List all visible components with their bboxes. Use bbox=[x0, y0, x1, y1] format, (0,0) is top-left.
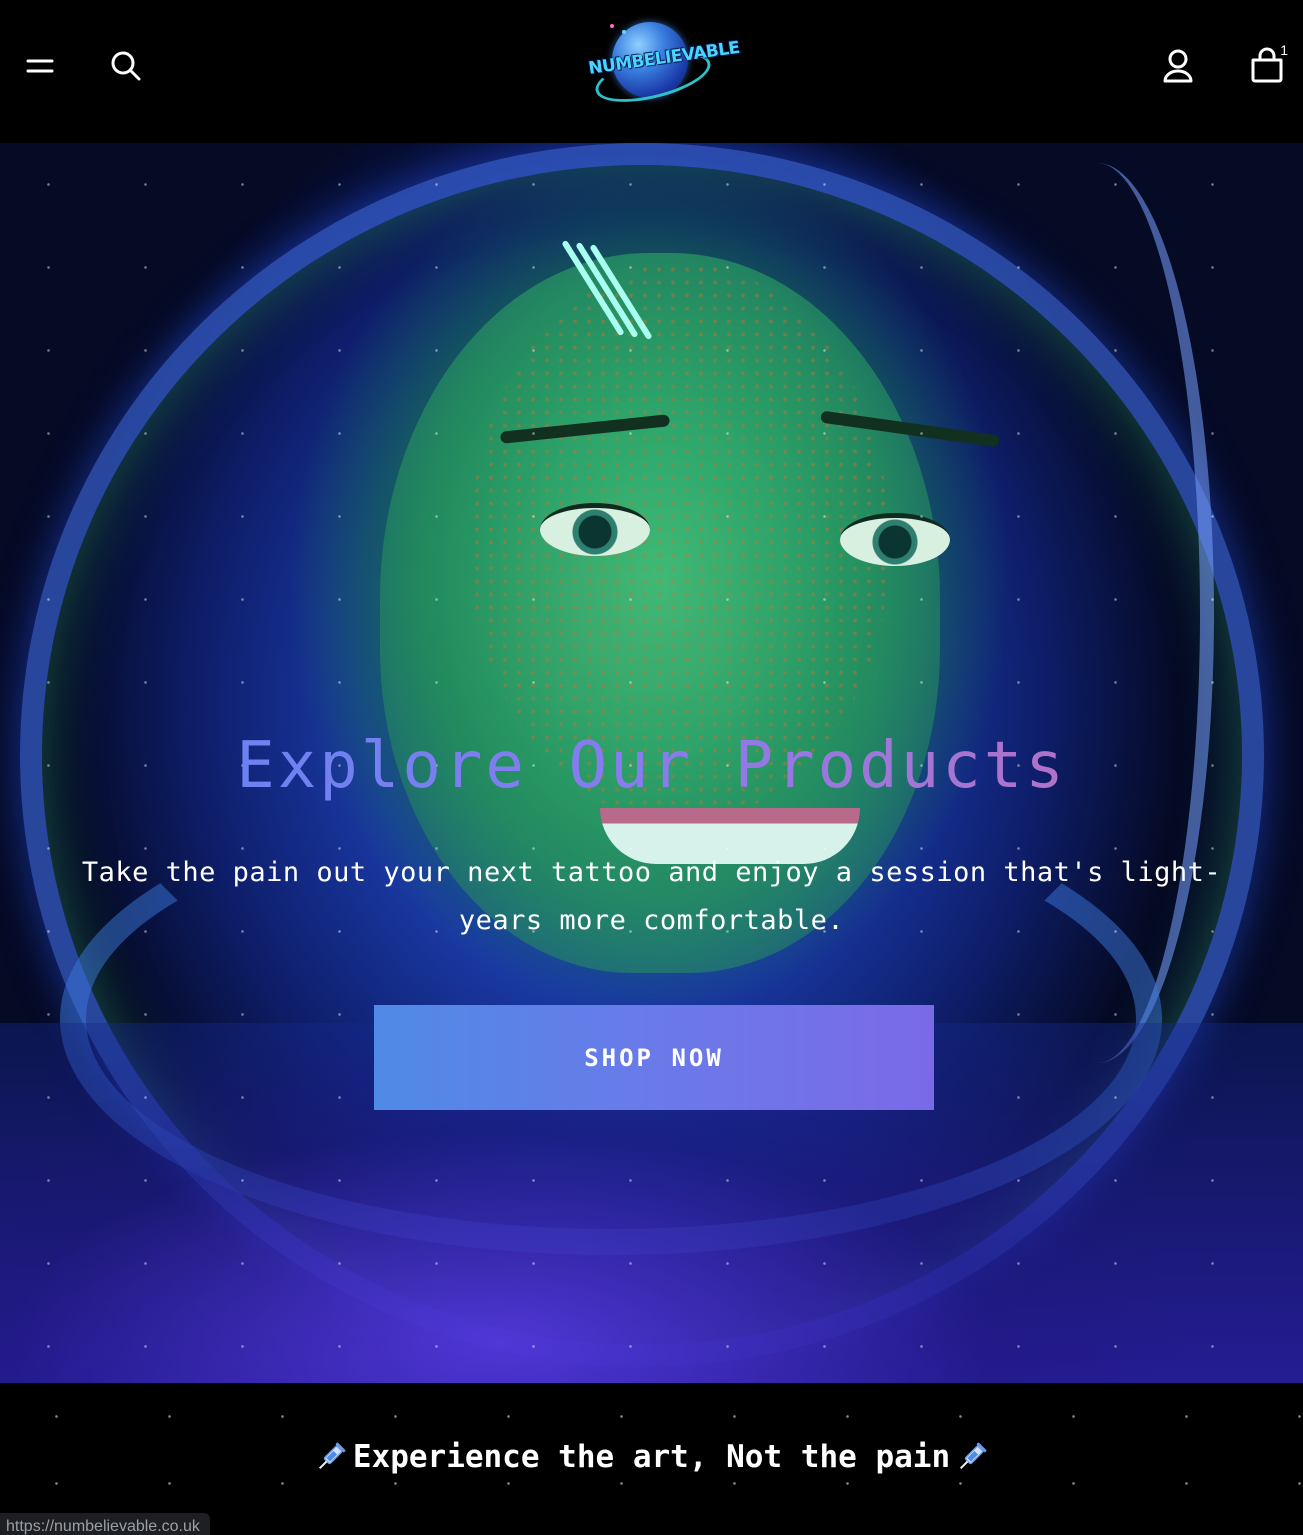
logo-star bbox=[610, 24, 614, 28]
user-account-icon[interactable] bbox=[1158, 46, 1198, 86]
syringe-icon bbox=[318, 1442, 346, 1470]
page: NUMBELIEVABLE 1 Explore Our Products Tak… bbox=[0, 0, 1303, 1535]
shop-now-button[interactable]: SHOP NOW bbox=[374, 1005, 934, 1110]
hero-subtitle: Take the pain out your next tattoo and e… bbox=[81, 857, 1222, 936]
cart-icon[interactable]: 1 bbox=[1244, 42, 1290, 88]
hero-banner: Explore Our Products Take the pain out y… bbox=[0, 143, 1303, 1383]
hero-title: Explore Our Products bbox=[0, 723, 1303, 809]
search-icon[interactable] bbox=[106, 46, 146, 86]
tagline-text: Experience the art, Not the pain bbox=[352, 1439, 951, 1475]
tagline: Experience the art, Not the pain bbox=[0, 1439, 1303, 1475]
site-header: NUMBELIEVABLE 1 bbox=[0, 0, 1303, 143]
status-bar-url: https://numbelievable.co.uk bbox=[0, 1513, 210, 1535]
brand-logo[interactable]: NUMBELIEVABLE bbox=[587, 16, 741, 112]
logo-star bbox=[622, 30, 626, 34]
cart-count-badge: 1 bbox=[1280, 42, 1288, 58]
syringe-icon bbox=[960, 1442, 987, 1470]
hamburger-menu-icon[interactable] bbox=[20, 46, 60, 86]
